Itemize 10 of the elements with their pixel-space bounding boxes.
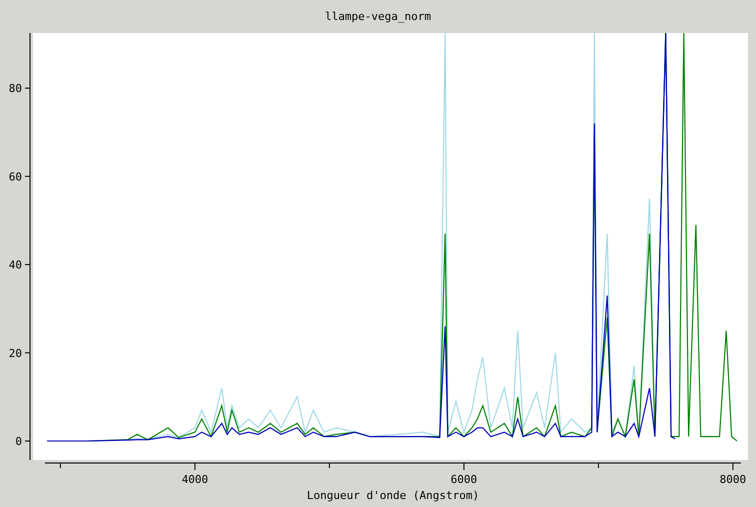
chart-title: llampe-vega_norm [325, 10, 431, 23]
axis-tick-label: 60 [8, 170, 22, 184]
axis-tick-label: 20 [8, 346, 22, 360]
axis-tick-label: 8000 [720, 473, 746, 486]
axis-tick-label: 0 [15, 435, 22, 448]
axis-tick-label: 6000 [450, 473, 478, 486]
axis-tick-label: 40 [8, 258, 22, 272]
axis-tick-label: 4000 [182, 473, 208, 486]
axis-tick-label: 80 [8, 82, 22, 96]
axis-title: Longueur d'onde (Angstrom) [306, 489, 480, 502]
